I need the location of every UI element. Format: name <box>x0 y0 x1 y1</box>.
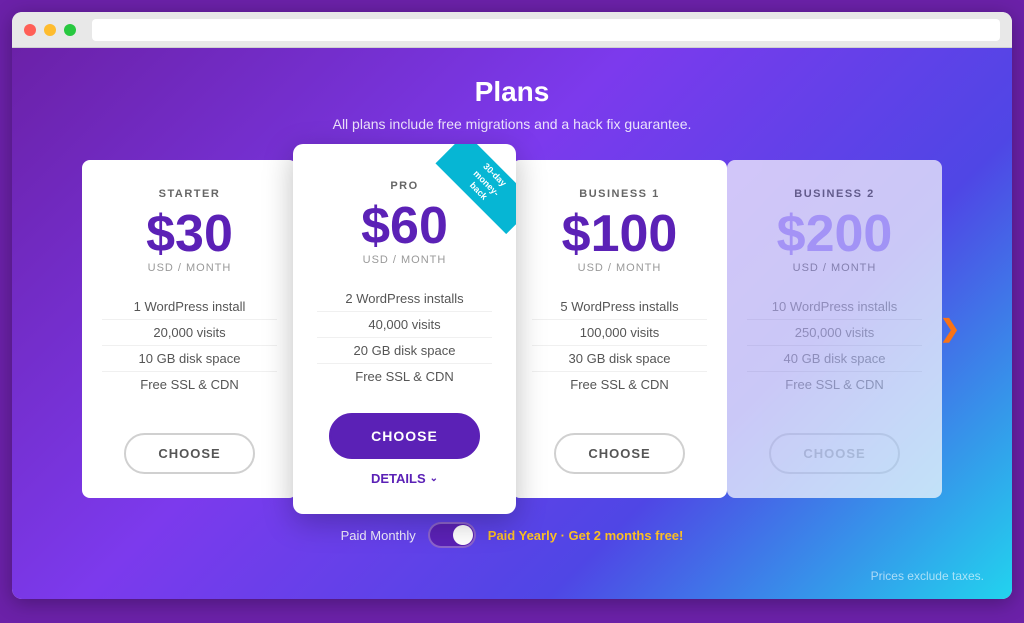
feature-business1-3: Free SSL & CDN <box>532 372 707 397</box>
plan-period-business2: USD / MONTH <box>793 262 877 274</box>
close-dot[interactable] <box>24 24 36 36</box>
plan-card-pro: 30-daymoney-back PRO $60 USD / MONTH 2 W… <box>293 144 516 514</box>
feature-starter-1: 20,000 visits <box>102 320 277 346</box>
feature-starter-3: Free SSL & CDN <box>102 372 277 397</box>
page-subtitle: All plans include free migrations and a … <box>333 116 692 132</box>
plan-features-pro: 2 WordPress installs 40,000 visits 20 GB… <box>317 286 492 389</box>
url-bar[interactable] <box>92 19 1000 41</box>
plan-card-business1: BUSINESS 1 $100 USD / MONTH 5 WordPress … <box>512 160 727 498</box>
feature-business2-1: 250,000 visits <box>747 320 922 346</box>
billing-toggle-switch[interactable] <box>428 522 476 548</box>
plan-features-business1: 5 WordPress installs 100,000 visits 30 G… <box>532 294 707 409</box>
maximize-dot[interactable] <box>64 24 76 36</box>
tax-note: Prices exclude taxes. <box>871 569 984 583</box>
choose-button-business1[interactable]: CHOOSE <box>554 433 684 474</box>
details-label: DETAILS <box>371 471 426 486</box>
feature-business2-3: Free SSL & CDN <box>747 372 922 397</box>
page-title: Plans <box>475 76 550 108</box>
plan-period-starter: USD / MONTH <box>148 262 232 274</box>
plan-features-business2: 10 WordPress installs 250,000 visits 40 … <box>747 294 922 409</box>
choose-button-pro[interactable]: CHOOSE <box>329 413 480 459</box>
monthly-label: Paid Monthly <box>341 528 416 543</box>
feature-business2-2: 40 GB disk space <box>747 346 922 372</box>
plan-card-starter: STARTER $30 USD / MONTH 1 WordPress inst… <box>82 160 297 498</box>
plan-price-starter: $30 <box>146 208 233 260</box>
minimize-dot[interactable] <box>44 24 56 36</box>
plan-price-business1: $100 <box>562 208 678 260</box>
chevron-down-icon: ⌄ <box>430 473 438 484</box>
browser-window: Plans All plans include free migrations … <box>12 12 1012 599</box>
toggle-knob <box>453 525 473 545</box>
feature-starter-2: 10 GB disk space <box>102 346 277 372</box>
choose-button-starter[interactable]: CHOOSE <box>124 433 254 474</box>
plan-period-pro: USD / MONTH <box>363 254 447 266</box>
plans-container: STARTER $30 USD / MONTH 1 WordPress inst… <box>82 160 942 498</box>
ribbon-text: 30-daymoney-back <box>435 144 516 234</box>
browser-toolbar <box>12 12 1012 48</box>
feature-business1-0: 5 WordPress installs <box>532 294 707 320</box>
ribbon: 30-daymoney-back <box>426 144 516 234</box>
choose-button-business2[interactable]: CHOOSE <box>769 433 899 474</box>
plan-name-pro: PRO <box>390 180 418 192</box>
feature-pro-3: Free SSL & CDN <box>317 364 492 389</box>
plan-card-business2: BUSINESS 2 $200 USD / MONTH 10 WordPress… <box>727 160 942 498</box>
plan-price-business2: $200 <box>777 208 893 260</box>
plan-features-starter: 1 WordPress install 20,000 visits 10 GB … <box>102 294 277 409</box>
feature-business2-0: 10 WordPress installs <box>747 294 922 320</box>
details-link[interactable]: DETAILS ⌄ <box>371 471 438 486</box>
plan-name-starter: STARTER <box>159 188 221 200</box>
feature-pro-1: 40,000 visits <box>317 312 492 338</box>
plan-name-business1: BUSINESS 1 <box>579 188 659 200</box>
page-content: Plans All plans include free migrations … <box>12 48 1012 599</box>
plan-name-business2: BUSINESS 2 <box>794 188 874 200</box>
next-arrow[interactable]: ❯ <box>940 315 960 344</box>
feature-starter-0: 1 WordPress install <box>102 294 277 320</box>
plan-period-business1: USD / MONTH <box>578 262 662 274</box>
feature-pro-2: 20 GB disk space <box>317 338 492 364</box>
billing-toggle-row: Paid Monthly Paid Yearly · Get 2 months … <box>341 522 684 548</box>
feature-pro-0: 2 WordPress installs <box>317 286 492 312</box>
feature-business1-1: 100,000 visits <box>532 320 707 346</box>
feature-business1-2: 30 GB disk space <box>532 346 707 372</box>
yearly-promo: · Get 2 months free! <box>561 528 684 543</box>
yearly-label: Paid Yearly · Get 2 months free! <box>488 528 684 543</box>
